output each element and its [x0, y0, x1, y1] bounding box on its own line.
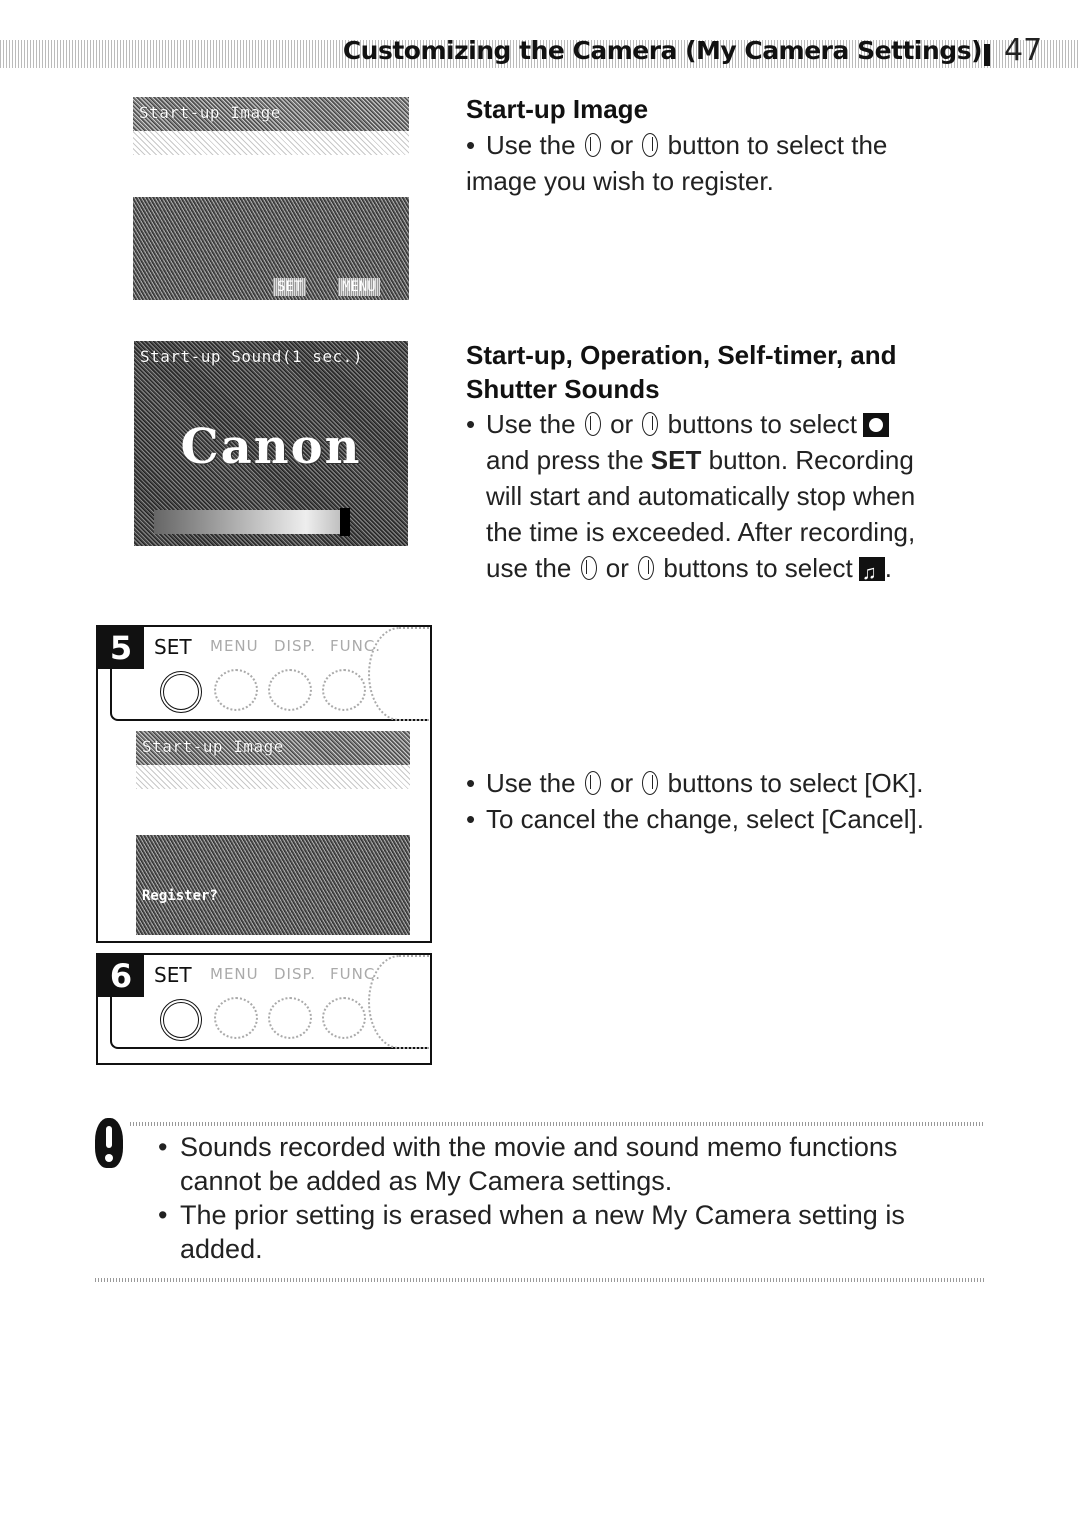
- control-dial-left-icon: [584, 771, 601, 795]
- bullet-confirm: • Use the or buttons to select [OK]. • To …: [466, 765, 986, 837]
- lcd-screen-startup-sound: Start-up Sound(1 sec.) Canon: [134, 341, 408, 546]
- canon-logo: Canon: [180, 419, 362, 475]
- menu-button: [214, 997, 258, 1039]
- mode-dial: [368, 955, 430, 1049]
- record-icon: [863, 413, 890, 437]
- bullet-dot: •: [466, 804, 476, 834]
- note-bottom-rule: [95, 1278, 985, 1282]
- meter-marker: [340, 508, 350, 536]
- lcd-set-label: SET: [273, 278, 307, 296]
- disp-button-label: DISP.: [274, 965, 316, 983]
- header-divider: [984, 44, 990, 66]
- lcd-title: Start-up Image: [142, 737, 284, 756]
- disp-button-label: DISP.: [274, 637, 316, 655]
- photo-thumbnail: [136, 835, 410, 935]
- control-dial-left-icon: [584, 133, 601, 157]
- photo-fade: [136, 765, 410, 789]
- lcd-menu-label: MENU: [338, 278, 380, 296]
- heading-startup-image: Start-up Image: [466, 94, 649, 124]
- heading-sounds: Start-up, Operation, Self-timer, and Shu…: [466, 340, 897, 404]
- note-item: • Sounds recorded with the movie and soun…: [158, 1132, 898, 1196]
- func-button: [322, 997, 366, 1039]
- register-prompt: Register?: [142, 888, 218, 904]
- page-number: 47: [1004, 33, 1043, 68]
- bullet-dot: •: [466, 130, 476, 160]
- step-6-panel: 6 SET MENU DISP. FUNC.: [96, 953, 432, 1065]
- play-sound-icon: [858, 555, 885, 591]
- disp-button: [268, 997, 312, 1039]
- set-button-label: SET: [154, 963, 192, 987]
- lcd-screen-register: Start-up Image Register?: [136, 731, 410, 935]
- page-header-title: Customizing the Camera (My Camera Settin…: [342, 36, 983, 65]
- set-button: [160, 999, 202, 1041]
- bullet-sounds: • Use the or buttons to select and press …: [466, 406, 976, 591]
- lcd-title: Start-up Sound(1 sec.): [140, 347, 363, 366]
- control-dial-left-icon: [580, 556, 597, 580]
- control-dial-right-icon: [642, 412, 659, 436]
- control-dial-right-icon: [638, 556, 655, 580]
- menu-button-label: MENU: [210, 965, 259, 983]
- control-dial-right-icon: [642, 133, 659, 157]
- bullet-dot: •: [158, 1200, 168, 1230]
- step-5-panel: 5 SET MENU DISP. FUNC. Start-up Image Re…: [96, 625, 432, 943]
- menu-button-label: MENU: [210, 637, 259, 655]
- mode-dial: [368, 627, 430, 721]
- bullet-dot: •: [466, 409, 476, 439]
- control-dial-left-icon: [584, 412, 601, 436]
- lcd-screen-startup-image: Start-up Image SET MENU: [133, 97, 409, 300]
- set-button-label: SET: [154, 635, 192, 659]
- note-top-rule: [130, 1122, 985, 1126]
- func-button: [322, 669, 366, 711]
- set-button: [160, 671, 202, 713]
- bullet-dot: •: [466, 768, 476, 798]
- menu-button: [214, 669, 258, 711]
- caution-icon: [95, 1118, 123, 1168]
- note-item: • The prior setting is erased when a new …: [158, 1200, 905, 1264]
- bullet-startup-image: • Use the or button to select the image y…: [466, 127, 956, 199]
- disp-button: [268, 669, 312, 711]
- control-dial-right-icon: [642, 771, 659, 795]
- bullet-dot: •: [158, 1132, 168, 1162]
- lcd-title: Start-up Image: [139, 103, 281, 122]
- recording-meter: [154, 510, 344, 534]
- photo-fade: [133, 131, 409, 155]
